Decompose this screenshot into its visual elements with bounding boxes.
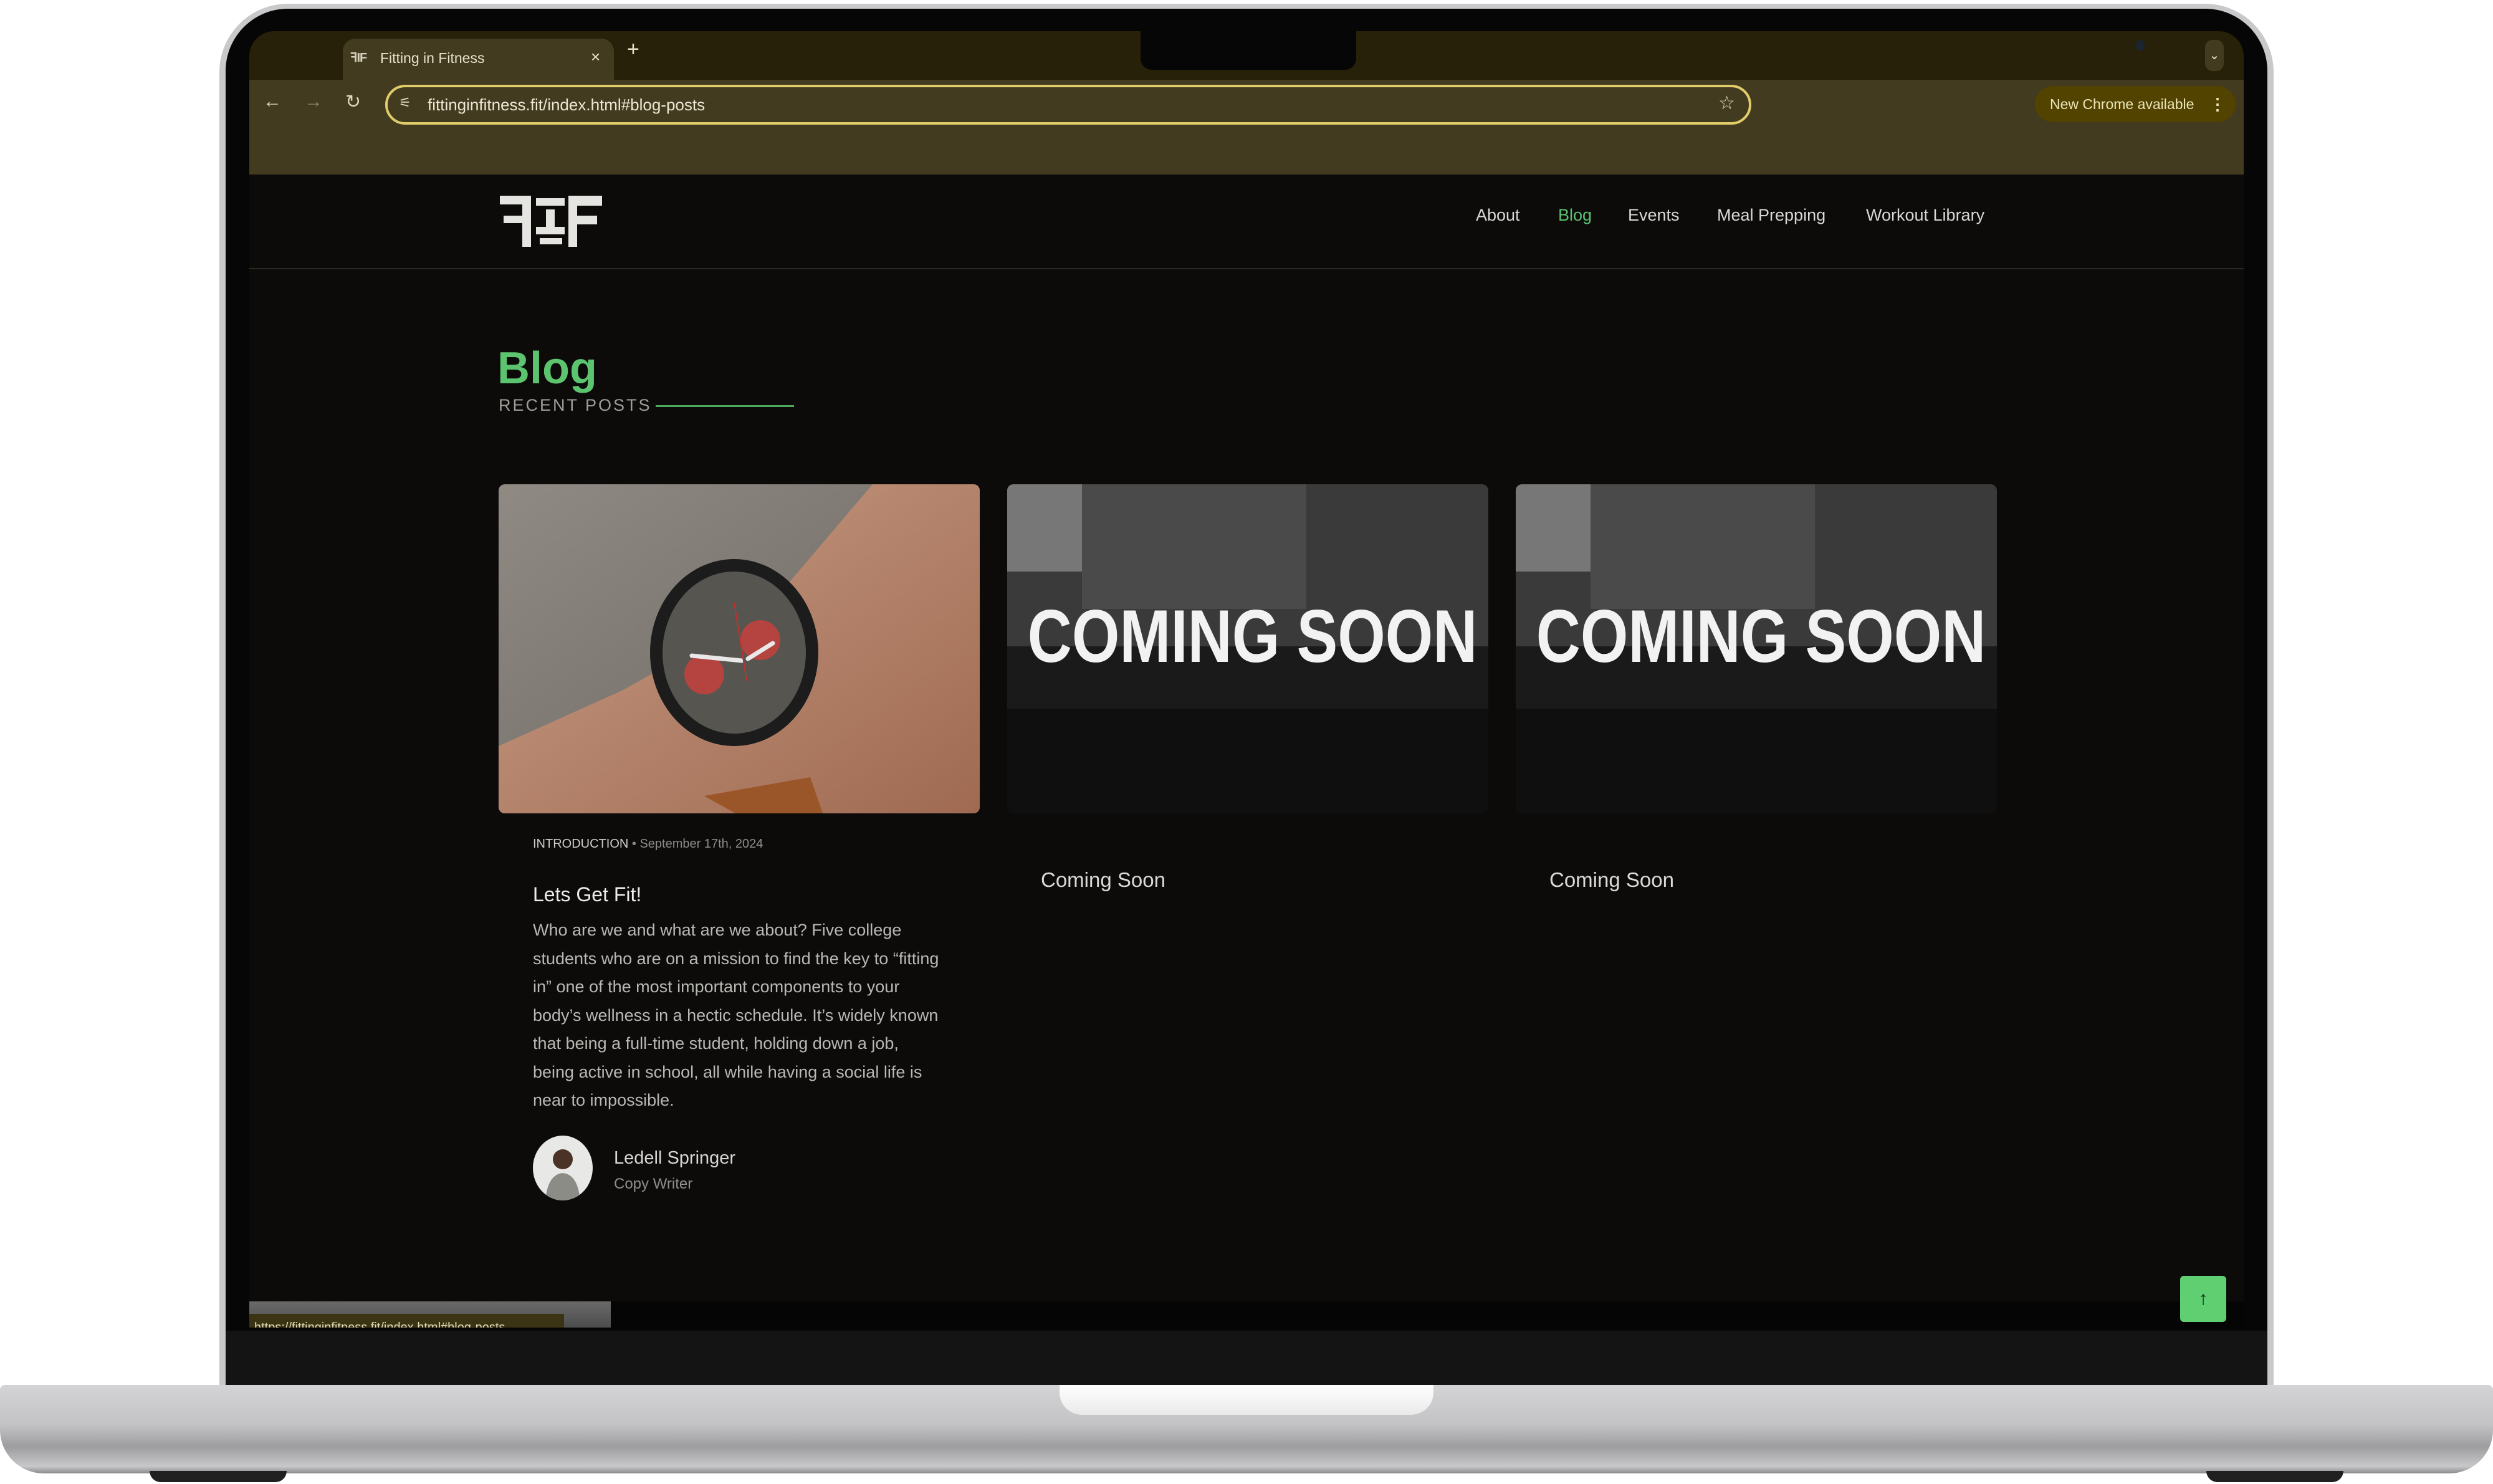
author-avatar [533,1136,593,1200]
fif-logo-icon: ꟻIF [350,51,367,65]
kebab-menu-icon[interactable]: ⋮ [2209,86,2226,122]
update-label: New Chrome available [2050,96,2194,112]
browser-tab[interactable]: ꟻIF Fitting in Fitness × [343,39,614,80]
reload-icon[interactable]: ↻ [345,91,361,113]
laptop-foot [150,1471,287,1482]
post-date: September 17th, 2024 [639,837,763,851]
address-bar[interactable]: ⚟ fittinginfitness.fit/index.html#blog-p… [385,85,1751,125]
section-subtitle: RECENT POSTS [499,396,652,414]
back-to-top-button[interactable]: ↑ [2180,1276,2226,1322]
post-image-coming-soon[interactable]: COMING SOON [1516,484,1997,813]
meta-separator: • [628,837,640,851]
fif-logo[interactable] [499,193,605,249]
post-image-wristwatch[interactable] [499,484,980,813]
author-role: Copy Writer [614,1175,693,1192]
tab-strip: ꟻIF Fitting in Fitness × + ⌄ [249,31,2244,80]
post-title[interactable]: Coming Soon [1041,868,1165,892]
coming-soon-image-text: COMING SOON [1028,595,1478,678]
page-title: Blog [497,343,597,393]
subtitle-divider [656,405,794,407]
browser-toolbar: ← → ↻ ⚟ fittinginfitness.fit/index.html#… [249,80,2244,175]
site-header: About Blog Events Meal Prepping Workout … [249,175,2244,269]
post-category[interactable]: INTRODUCTION [533,837,628,851]
laptop-opening-notch [1060,1385,1433,1415]
post-meta: INTRODUCTION • September 17th, 2024 [533,837,763,851]
camera-icon [2136,40,2145,51]
site-info-icon[interactable]: ⚟ [399,95,411,111]
forward-arrow-icon[interactable]: → [304,91,323,112]
nav-link-meal-prepping[interactable]: Meal Prepping [1717,206,1825,225]
web-page: About Blog Events Meal Prepping Workout … [249,175,2244,1328]
post-title[interactable]: Lets Get Fit! [533,883,641,906]
coming-soon-photo: COMING SOON [1516,484,1997,813]
nav-link-blog[interactable]: Blog [1558,206,1592,225]
back-arrow-icon[interactable]: ← [263,91,282,112]
laptop-foot [2206,1471,2343,1482]
screen: ꟻIF Fitting in Fitness × + ⌄ ← → ↻ ⚟ fit… [249,31,2244,1328]
wristwatch-photo [499,484,980,813]
post-image-coming-soon[interactable]: COMING SOON [1007,484,1488,813]
nav-link-about[interactable]: About [1476,206,1520,225]
url-text[interactable]: fittinginfitness.fit/index.html#blog-pos… [428,95,705,115]
post-title[interactable]: Coming Soon [1549,868,1674,892]
author-name: Ledell Springer [614,1148,736,1168]
tab-search-button[interactable]: ⌄ [2205,40,2224,71]
camera-notch [1141,31,2145,70]
coming-soon-photo: COMING SOON [1007,484,1488,813]
coming-soon-image-text: COMING SOON [1536,595,1986,678]
bookmark-star-icon[interactable]: ☆ [1718,92,1735,114]
nav-link-workout-library[interactable]: Workout Library [1866,206,1984,225]
status-bar-url: https://fittinginfitness.fit/index.html#… [249,1314,564,1328]
new-chrome-available-button[interactable]: New Chrome available ⋮ [2035,86,2236,122]
laptop-chin [226,1331,2267,1393]
new-tab-button[interactable]: + [627,37,639,62]
tab-title: Fitting in Fitness [380,50,485,66]
close-icon[interactable]: × [591,47,600,67]
post-excerpt: Who are we and what are we about? Five c… [533,921,939,1109]
nav-link-events[interactable]: Events [1628,206,1680,225]
